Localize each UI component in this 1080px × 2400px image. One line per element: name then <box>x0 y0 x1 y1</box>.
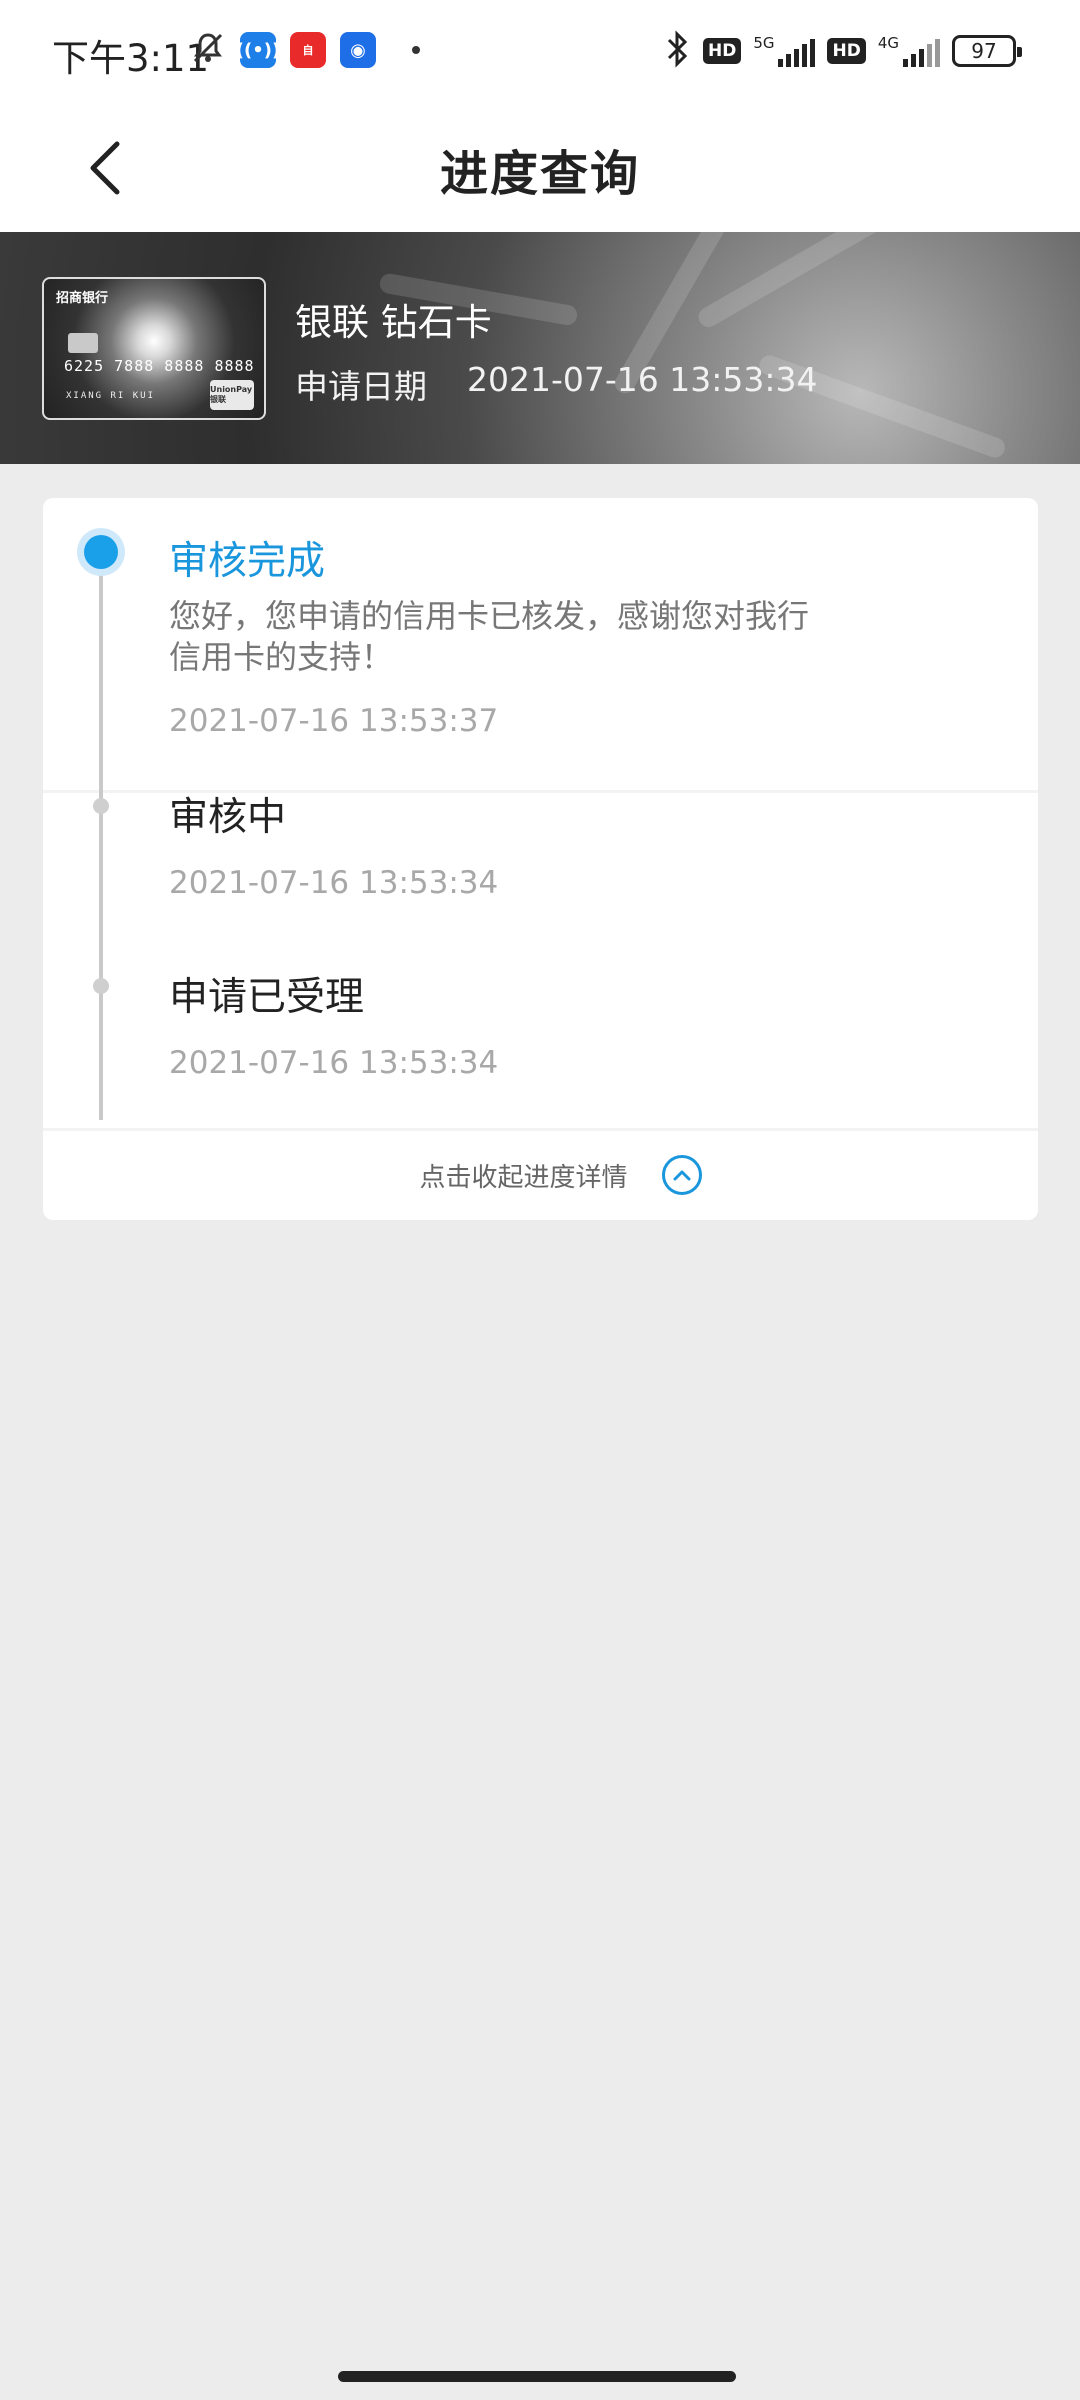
mute-bell-icon <box>190 30 226 70</box>
app-icon-red: 自 <box>290 32 326 68</box>
timeline-node-icon <box>93 798 109 814</box>
apply-date-label: 申请日期 <box>295 367 427 406</box>
battery-level: 97 <box>971 39 997 63</box>
bluetooth-icon <box>665 30 691 72</box>
progress-panel: 审核完成 您好，您申请的信用卡已核发，感谢您对我行信用卡的支持！ 2021-07… <box>43 498 1038 1220</box>
network-4g-label: 4G <box>877 34 899 52</box>
card-banner: 招商银行 6225 7888 8888 8888 XIANG RI KUI Un… <box>0 232 1080 464</box>
signal-bars-5g-icon <box>778 35 816 67</box>
card-name: 银联 钻石卡 <box>295 301 492 344</box>
credit-card-image: 招商银行 6225 7888 8888 8888 XIANG RI KUI Un… <box>42 277 266 420</box>
collapse-details-button[interactable]: 点击收起进度详情 <box>43 1130 1038 1220</box>
status-time: 下午3:11 <box>52 37 210 80</box>
step-description: 您好，您申请的信用卡已核发，感谢您对我行信用卡的支持！ <box>169 597 810 676</box>
step-title: 审核完成 <box>169 539 326 584</box>
home-indicator[interactable] <box>338 2371 736 2382</box>
timeline-line <box>99 548 103 1120</box>
step-time: 2021-07-16 13:53:37 <box>169 703 499 739</box>
status-bar: 下午3:11 ((•)) 自 ◉ HD 5G HD 4G 97 <box>0 0 1080 104</box>
banner-decoration <box>695 232 965 331</box>
step-title: 申请已受理 <box>169 975 365 1020</box>
unionpay-logo: UnionPay 银联 <box>210 380 254 410</box>
timeline-node-icon <box>93 978 109 994</box>
notification-icons: ((•)) 自 ◉ <box>190 30 420 70</box>
hd-badge-1: HD <box>702 38 742 64</box>
chevron-up-circle-icon <box>661 1155 702 1195</box>
network-5g-label: 5G <box>753 34 775 52</box>
signal-bars-4g-icon <box>903 35 940 67</box>
card-number: 6225 7888 8888 8888 <box>64 357 255 375</box>
step-time: 2021-07-16 13:53:34 <box>169 1045 499 1081</box>
app-icon-blue: ((•)) <box>236 32 280 68</box>
collapse-label: 点击收起进度详情 <box>419 1162 628 1193</box>
app-icon-baidu: ◉ <box>340 32 376 68</box>
status-right-icons: HD 5G HD 4G 97 <box>665 30 1022 72</box>
card-holder: XIANG RI KUI <box>66 391 156 401</box>
card-chip <box>68 333 98 353</box>
hd-badge-2: HD <box>827 38 866 64</box>
apply-date-value: 2021-07-16 13:53:34 <box>467 360 818 399</box>
step-title: 审核中 <box>169 795 287 840</box>
battery-icon: 97 <box>952 35 1022 67</box>
nav-bar: 进度查询 <box>0 104 1080 232</box>
step-time: 2021-07-16 13:53:34 <box>169 865 499 901</box>
card-bank-logo: 招商银行 <box>56 291 109 306</box>
page-title: 进度查询 <box>439 146 640 202</box>
more-notifications-dot <box>412 46 420 54</box>
timeline-node-active-icon <box>77 528 125 576</box>
